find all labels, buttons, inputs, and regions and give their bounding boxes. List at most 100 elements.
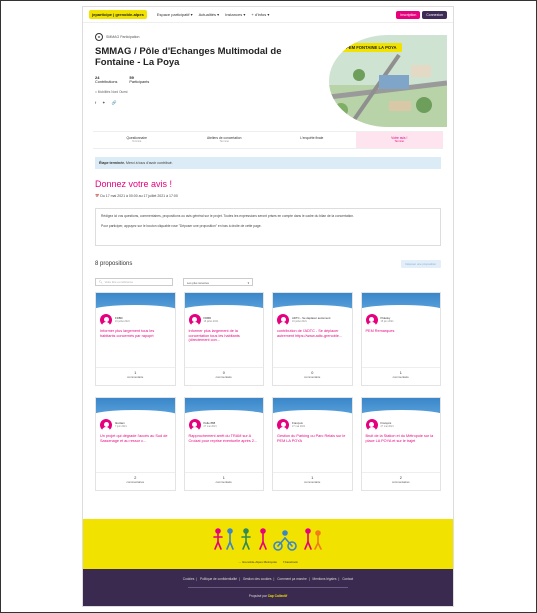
author-date: 16 juillet 2021 <box>115 320 130 324</box>
step-enquete[interactable]: L'enquête finale <box>268 132 356 148</box>
proposal-card[interactable]: François 27 mai 2021 Gestion du Parking o… <box>272 397 353 491</box>
comment-label: commentaires <box>391 480 410 484</box>
search-placeholder: Votre titre ou référence <box>104 280 134 284</box>
proposal-card[interactable]: FDBD 16 juillet 2021 Informer plus largem… <box>95 292 176 386</box>
legal-notice-link[interactable]: Mentions légales <box>313 577 337 581</box>
proposal-title[interactable]: contribution de l'ADTC - Se déplacer aut… <box>273 326 352 348</box>
notice-text: Merci à tous d'avoir contribué. <box>125 161 173 165</box>
org-avatar: M <box>95 33 103 41</box>
nav-espace-participatif[interactable]: Espace participatif ▾ <box>157 12 193 17</box>
notice-strong: Étape terminée. <box>99 161 126 165</box>
metropole-link[interactable]: → Grenoble-Alpes Métropole <box>238 560 277 564</box>
proposal-title[interactable]: Un projet qui dégrade l'accès au Sud de … <box>96 431 175 453</box>
author-date: 16 juillet 2021 <box>203 320 219 324</box>
proposal-title[interactable]: Informer plus largement de la concertati… <box>185 326 264 348</box>
contributions-stat: 24 Contributions <box>95 75 117 84</box>
step-votre-avis[interactable]: Votre avis ! Terminé <box>355 132 443 148</box>
cookie-settings-link[interactable]: Gestion des cookies <box>243 577 272 581</box>
card-footer: 1 commentaire <box>96 367 175 385</box>
card-author: Pidesky 15 juin 2021 <box>362 311 441 326</box>
user-avatar-icon <box>188 314 201 326</box>
auth-buttons: Inscription Connexion <box>396 10 447 19</box>
card-header-band <box>184 398 263 416</box>
footer-divider <box>188 587 348 588</box>
page: jeparticipe | grenoble-alpes Espace part… <box>82 6 454 607</box>
chevron-down-icon: ▾ <box>247 281 249 285</box>
nav-actualites[interactable]: Actualités ▾ <box>199 12 219 17</box>
card-header-band <box>96 398 175 416</box>
sort-select[interactable]: Les plus récentes ▾ <box>183 278 253 286</box>
link-icon[interactable]: 🔗 <box>111 100 116 105</box>
comment-label: commentaire <box>304 375 321 379</box>
card-footer: 0 commentaire <box>273 367 352 385</box>
submit-proposal-button[interactable]: Déposer une proposition <box>400 260 441 268</box>
author-date: 15 juin 2021 <box>380 320 394 324</box>
participants-label: Participants <box>129 80 150 84</box>
step-questionnaire[interactable]: Questionnaire Terminé <box>93 132 181 148</box>
card-header-band <box>96 293 175 311</box>
user-avatar-icon <box>365 314 378 326</box>
powered-prefix: Propulsé par <box>248 594 267 598</box>
card-author: François 27 mai 2021 <box>273 416 352 431</box>
project-badge: PEM FONTAINE LA POYA <box>341 43 402 52</box>
user-avatar-icon <box>188 419 201 431</box>
comment-label: commentaire <box>215 480 232 484</box>
card-footer: 1 commentaire <box>273 472 352 490</box>
twitter-icon[interactable]: ✦ <box>102 100 105 105</box>
user-avatar-icon <box>100 314 112 326</box>
cap-collectif-link[interactable]: Cap Collectif <box>268 594 287 598</box>
proposal-card[interactable]: ADTC - Se déplacer autrement 16 juillet 2… <box>272 292 353 386</box>
search-icon: 🔍︎ <box>99 280 103 284</box>
author-date: 27 mai 2021 <box>380 425 394 429</box>
proposal-card[interactable]: Ikonlam 7 juin 2021 Un projet qui dégrade… <box>95 397 176 491</box>
cookies-link[interactable]: Cookies <box>183 577 195 581</box>
description-paragraph: Rédigez ici vos questions, commentaires,… <box>101 214 355 218</box>
footer-banner: → Grenoble-Alpes Métropole f Facebook <box>83 519 453 569</box>
login-button[interactable]: Connexion <box>422 10 447 19</box>
proposal-card[interactable]: Pelle 888 27 mai 2021 Rapprochement arrêt… <box>183 397 264 491</box>
privacy-link[interactable]: Politique de confidentialité <box>200 577 237 581</box>
step-status: Terminé <box>219 140 229 143</box>
step-ateliers[interactable]: Ateliers de concertation Terminé <box>181 132 269 148</box>
contact-link[interactable]: Contact <box>342 577 353 581</box>
site-logo[interactable]: jeparticipe | grenoble-alpes <box>89 10 147 19</box>
card-footer: 1 commentaire <box>361 367 440 385</box>
legal-links: Cookies | Politique de confidentialité | G… <box>182 577 354 581</box>
card-author: ADTC - Se déplacer autrement 16 juillet 2… <box>273 311 352 326</box>
project-header: M SMMAG Participation SMMAG / Pôle d'Ech… <box>83 23 453 127</box>
proposal-title[interactable]: Gestion du Parking ou Parc Relais sur le… <box>273 431 352 453</box>
participants-stat: 59 Participants <box>129 75 149 84</box>
nav-links: Espace participatif ▾ Actualités ▾ Insta… <box>157 12 270 17</box>
proposal-card[interactable]: FDBD 16 juillet 2021 Informer plus largem… <box>183 292 264 386</box>
card-author: Pelle 888 27 mai 2021 <box>185 416 264 431</box>
org-name[interactable]: SMMAG Participation <box>106 35 139 39</box>
page-title: SMMAG / Pôle d'Echanges Multimodal de Fo… <box>95 46 282 68</box>
nav-plus-infos[interactable]: + d'infos ▾ <box>251 12 269 17</box>
signup-button[interactable]: Inscription <box>396 10 421 19</box>
comment-label: commentaire <box>392 375 409 379</box>
nav-instances[interactable]: Instances ▾ <box>225 12 245 17</box>
proposal-card[interactable]: Pidesky 15 juin 2021 PEM Remarques 1 comme… <box>360 292 441 386</box>
step-description: Rédigez ici vos questions, commentaires,… <box>95 208 441 246</box>
proposal-title[interactable]: Rapprochement arrêt du TRAM sur A Croiza… <box>185 431 264 453</box>
comment-label: commentaire <box>215 375 232 379</box>
proposal-title[interactable]: Informer plus largement tous les habitan… <box>96 326 175 348</box>
proposal-title[interactable]: PEM Remarques <box>362 326 441 348</box>
step-navigation: Questionnaire Terminé Ateliers de concer… <box>93 131 443 149</box>
proposal-title[interactable]: Bruit de la Station et du Métropole sur … <box>362 431 441 453</box>
card-header-band <box>184 293 263 311</box>
facebook-link[interactable]: f Facebook <box>283 560 298 564</box>
search-input[interactable]: 🔍︎ Votre titre ou référence <box>95 278 173 286</box>
contributions-label: Contributions <box>95 80 118 84</box>
sort-value: Les plus récentes <box>187 281 209 285</box>
card-footer: 2 commentaires <box>361 472 440 490</box>
mobility-illustration <box>213 528 322 551</box>
user-avatar-icon <box>100 419 112 431</box>
proposal-filters: 🔍︎ Votre titre ou référence Les plus réc… <box>95 278 441 286</box>
social-links: → Grenoble-Alpes Métropole f Facebook <box>83 560 453 564</box>
proposal-card[interactable]: François 27 mai 2021 Bruit de la Station … <box>360 397 441 491</box>
how-it-works-link[interactable]: Comment ça marche <box>277 577 307 581</box>
facebook-icon[interactable]: f <box>95 100 96 105</box>
comment-label: commentaire <box>304 480 321 484</box>
user-avatar-icon <box>365 419 378 431</box>
